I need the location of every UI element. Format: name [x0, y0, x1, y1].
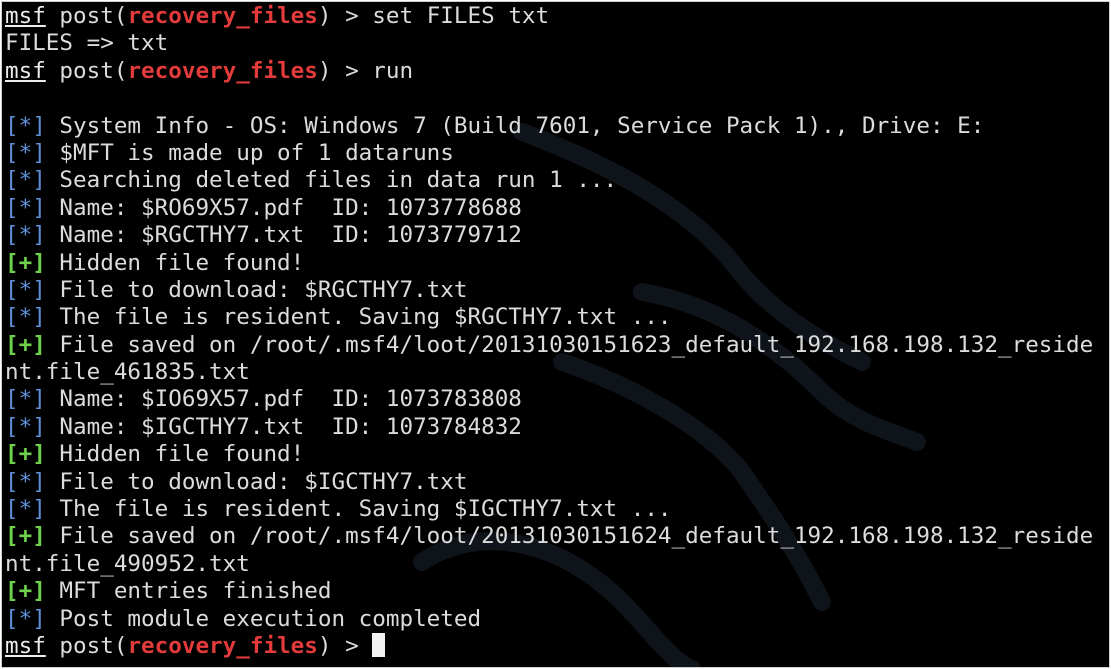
output-text: System Info - OS: Windows 7 (Build 7601,…: [45, 112, 985, 139]
success-prefix: [+]: [5, 523, 46, 550]
output-text: Name: $RGCTHY7.txt ID: 1073779712: [45, 222, 522, 249]
output-text: FILES => txt: [5, 30, 169, 57]
terminal-line: [*] Name: $IO69X57.pdf ID: 1073783808: [5, 386, 1109, 413]
output-text: Searching deleted files in data run 1 ..…: [45, 167, 618, 194]
success-prefix: [+]: [5, 249, 46, 276]
info-prefix: [*]: [5, 139, 46, 166]
prompt-command: run: [372, 57, 414, 84]
terminal-line: [+] MFT entries finished: [5, 578, 1109, 605]
output-text: nt.file_461835.txt: [5, 359, 250, 386]
output-text: MFT entries finished: [45, 578, 332, 605]
output-text: File to download: $RGCTHY7.txt: [45, 276, 468, 303]
terminal-prompt-line: msf post(recovery_files) >: [5, 632, 1109, 660]
terminal-output: msf post(recovery_files) > set FILES txt…: [5, 3, 1109, 660]
output-text: The file is resident. Saving $IGCTHY7.tx…: [45, 496, 672, 523]
prompt-module-name: recovery_files: [127, 57, 318, 84]
info-prefix: [*]: [5, 386, 46, 413]
info-prefix: [*]: [5, 304, 46, 331]
prompt-msf: msf: [5, 57, 46, 84]
prompt-post: post(: [45, 632, 128, 659]
terminal-line: [*] Name: $IGCTHY7.txt ID: 1073784832: [5, 414, 1109, 441]
prompt-post: post(: [45, 57, 128, 84]
success-prefix: [+]: [5, 441, 46, 468]
output-text: Hidden file found!: [45, 249, 305, 276]
info-prefix: [*]: [5, 167, 46, 194]
output-text: Name: $RO69X57.pdf ID: 1073778688: [45, 194, 522, 221]
output-text: File saved on /root/.msf4/loot/201310301…: [45, 331, 1094, 358]
success-prefix: [+]: [5, 578, 46, 605]
prompt-close: ) >: [317, 57, 373, 84]
output-text: $MFT is made up of 1 dataruns: [45, 139, 454, 166]
terminal-line: [+] File saved on /root/.msf4/loot/20131…: [5, 523, 1109, 550]
prompt-msf: msf: [5, 632, 46, 659]
output-text: Post module execution completed: [45, 605, 482, 632]
terminal-prompt-line: msf post(recovery_files) > run: [5, 58, 1109, 85]
prompt-post: post(: [45, 3, 128, 29]
terminal-prompt-line: msf post(recovery_files) > set FILES txt: [5, 3, 1109, 30]
output-text: Name: $IGCTHY7.txt ID: 1073784832: [45, 413, 522, 440]
terminal-line: [*] Name: $RO69X57.pdf ID: 1073778688: [5, 195, 1109, 222]
prompt-module-name: recovery_files: [127, 3, 318, 29]
terminal-line: [*] $MFT is made up of 1 dataruns: [5, 140, 1109, 167]
success-prefix: [+]: [5, 331, 46, 358]
info-prefix: [*]: [5, 605, 46, 632]
prompt-command: set FILES txt: [372, 3, 550, 29]
info-prefix: [*]: [5, 413, 46, 440]
info-prefix: [*]: [5, 468, 46, 495]
terminal-cursor[interactable]: [372, 632, 386, 657]
terminal-line: [*] The file is resident. Saving $IGCTHY…: [5, 496, 1109, 523]
terminal-line: [*] Searching deleted files in data run …: [5, 167, 1109, 194]
terminal-line: nt.file_490952.txt: [5, 551, 1109, 578]
output-text: The file is resident. Saving $RGCTHY7.tx…: [45, 304, 672, 331]
terminal-line: [*] Name: $RGCTHY7.txt ID: 1073779712: [5, 222, 1109, 249]
terminal-window[interactable]: msf post(recovery_files) > set FILES txt…: [1, 1, 1110, 668]
terminal-line: [*] File to download: $RGCTHY7.txt: [5, 277, 1109, 304]
info-prefix: [*]: [5, 112, 46, 139]
terminal-line: [+] Hidden file found!: [5, 250, 1109, 277]
terminal-line: [*] The file is resident. Saving $RGCTHY…: [5, 304, 1109, 331]
output-text: File to download: $IGCTHY7.txt: [45, 468, 468, 495]
info-prefix: [*]: [5, 222, 46, 249]
info-prefix: [*]: [5, 496, 46, 523]
output-text: File saved on /root/.msf4/loot/201310301…: [45, 523, 1094, 550]
prompt-close: ) >: [317, 632, 373, 659]
prompt-module-name: recovery_files: [127, 632, 318, 659]
terminal-line: [+] Hidden file found!: [5, 441, 1109, 468]
output-text: Hidden file found!: [45, 441, 305, 468]
output-text: Name: $IO69X57.pdf ID: 1073783808: [45, 386, 522, 413]
output-text: nt.file_490952.txt: [5, 550, 250, 577]
terminal-line: [*] File to download: $IGCTHY7.txt: [5, 469, 1109, 496]
terminal-line: nt.file_461835.txt: [5, 359, 1109, 386]
prompt-close: ) >: [317, 3, 373, 29]
info-prefix: [*]: [5, 194, 46, 221]
info-prefix: [*]: [5, 276, 46, 303]
terminal-line: FILES => txt: [5, 30, 1109, 57]
terminal-line: [*] System Info - OS: Windows 7 (Build 7…: [5, 113, 1109, 140]
terminal-line: [*] Post module execution completed: [5, 606, 1109, 633]
prompt-msf: msf: [5, 3, 46, 29]
terminal-line: [+] File saved on /root/.msf4/loot/20131…: [5, 332, 1109, 359]
